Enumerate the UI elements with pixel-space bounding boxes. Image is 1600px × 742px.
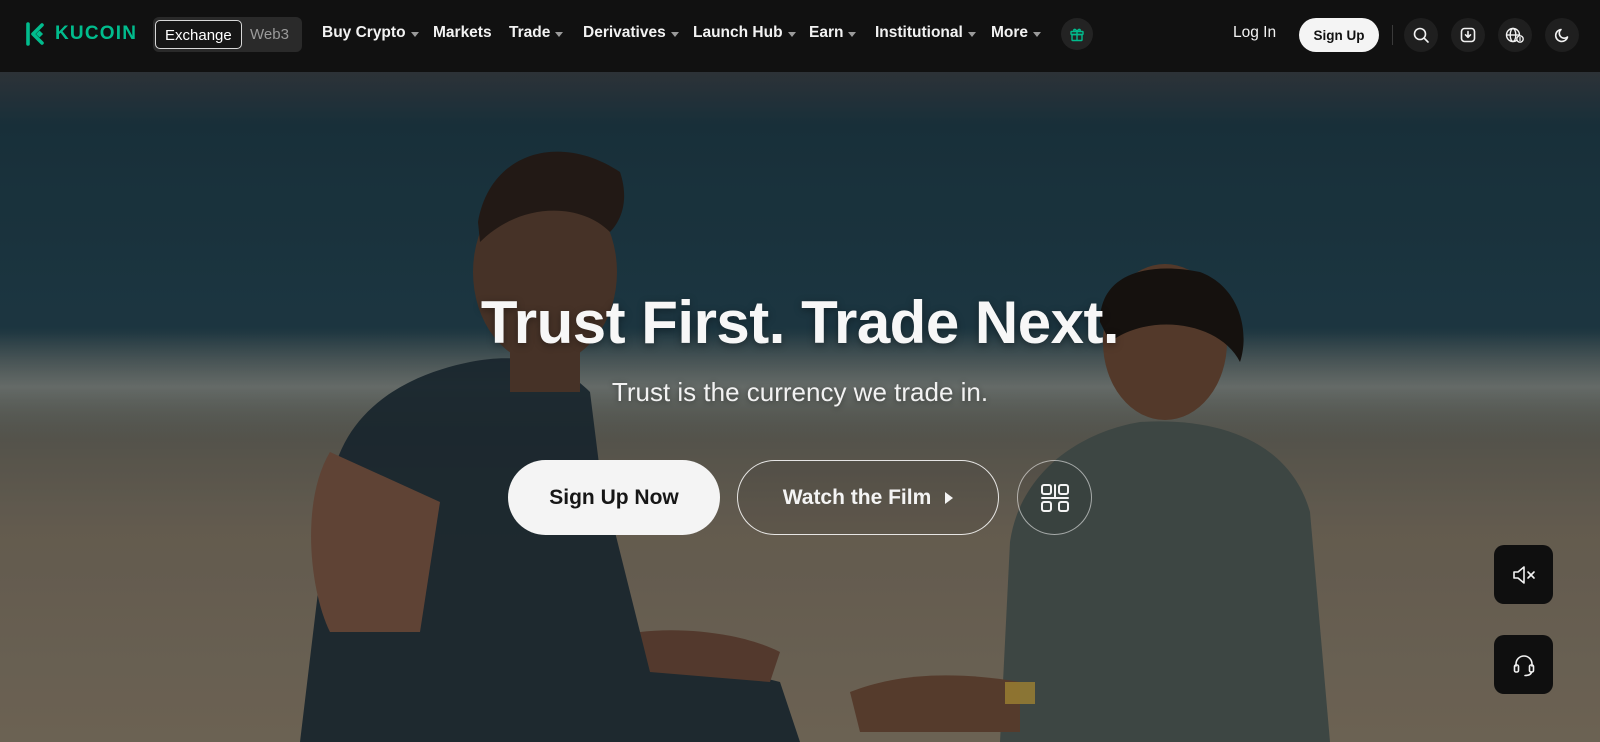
- menu-buy-crypto[interactable]: Buy Crypto: [322, 24, 419, 42]
- menu-launch-hub[interactable]: Launch Hub: [693, 24, 796, 42]
- chevron-down-icon: [555, 31, 564, 37]
- download-icon: [1460, 27, 1476, 43]
- chevron-down-icon: [1033, 31, 1042, 37]
- kucoin-logo[interactable]: KUCOIN: [22, 21, 137, 47]
- search-icon: [1413, 27, 1429, 43]
- menu-label: Markets: [433, 24, 492, 41]
- menu-label: Derivatives: [583, 24, 666, 41]
- gift-icon: [1070, 28, 1084, 42]
- signup-button[interactable]: Sign Up: [1299, 18, 1379, 52]
- search-button[interactable]: [1404, 18, 1438, 52]
- menu-label: More: [991, 24, 1029, 41]
- top-navigation: KUCOIN Exchange Web3 Buy Crypto Markets …: [0, 0, 1600, 72]
- menu-derivatives[interactable]: Derivatives: [583, 24, 679, 42]
- menu-label: Launch Hub: [693, 24, 783, 41]
- menu-markets[interactable]: Markets: [433, 24, 492, 42]
- watch-film-label: Watch the Film: [782, 485, 932, 509]
- menu-trade[interactable]: Trade: [509, 24, 564, 42]
- speaker-muted-icon: [1512, 565, 1535, 584]
- switch-exchange[interactable]: Exchange: [155, 20, 242, 49]
- switch-web3[interactable]: Web3: [241, 20, 298, 49]
- chevron-down-icon: [410, 31, 419, 37]
- login-link[interactable]: Log In: [1233, 24, 1276, 42]
- chevron-down-icon: [787, 31, 796, 37]
- language-currency-button[interactable]: [1498, 18, 1532, 52]
- moon-icon: [1554, 28, 1569, 43]
- hero-subline: Trust is the currency we trade in.: [611, 377, 989, 407]
- gift-button[interactable]: [1061, 18, 1093, 50]
- theme-toggle-button[interactable]: [1545, 18, 1579, 52]
- headset-support-icon: [1513, 654, 1534, 676]
- hero-section: Trust First. Trade Next. Trust is the cu…: [0, 72, 1600, 742]
- menu-label: Institutional: [875, 24, 963, 41]
- menu-label: Trade: [509, 24, 551, 41]
- qr-code-icon: [1040, 483, 1069, 512]
- hero-headline: Trust First. Trade Next.: [480, 289, 1120, 356]
- qr-code-button[interactable]: [1017, 460, 1092, 535]
- globe-currency-icon: [1505, 27, 1524, 43]
- chevron-down-icon: [670, 31, 679, 37]
- chevron-down-icon: [967, 31, 976, 37]
- menu-earn[interactable]: Earn: [809, 24, 857, 42]
- menu-label: Earn: [809, 24, 844, 41]
- nav-divider: [1392, 25, 1393, 45]
- mute-toggle-button[interactable]: [1494, 545, 1553, 604]
- download-button[interactable]: [1451, 18, 1485, 52]
- kucoin-logo-icon: [26, 22, 44, 46]
- menu-institutional[interactable]: Institutional: [875, 24, 976, 42]
- menu-more[interactable]: More: [991, 24, 1042, 42]
- exchange-web3-switch: Exchange Web3: [153, 17, 302, 52]
- sign-up-now-button[interactable]: Sign Up Now: [508, 460, 720, 535]
- support-button[interactable]: [1494, 635, 1553, 694]
- watch-film-button[interactable]: Watch the Film: [737, 460, 999, 535]
- chevron-down-icon: [848, 31, 857, 37]
- play-icon: [945, 491, 954, 504]
- brand-name: KUCOIN: [55, 23, 138, 44]
- menu-label: Buy Crypto: [322, 24, 406, 41]
